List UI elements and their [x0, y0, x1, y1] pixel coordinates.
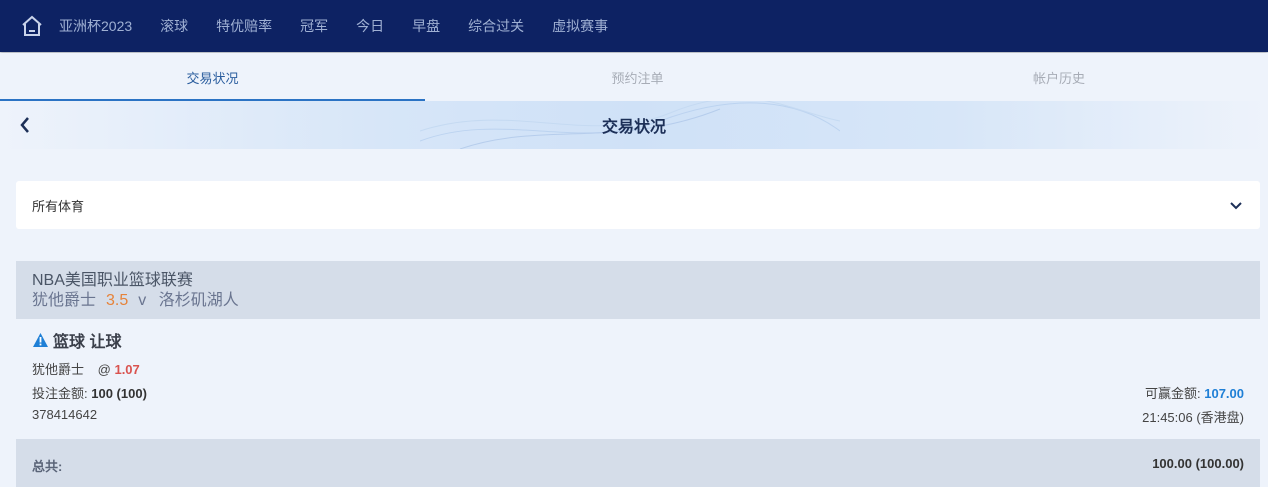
bet-selection: 犹他爵士 @ 1.07	[32, 359, 140, 378]
away-team: 洛杉矶湖人	[158, 292, 239, 309]
page-title: 交易状况	[601, 119, 666, 136]
bet-id: 378414642	[32, 407, 98, 422]
sport-filter-select[interactable]: 所有体育	[16, 181, 1260, 229]
league-name: NBA美国职业篮球联赛	[32, 272, 193, 289]
total-label: 总共:	[32, 459, 63, 474]
nav-early[interactable]: 早盘	[412, 16, 440, 36]
top-nav: 亚洲杯2023 滚球 特优赔率 冠军 今日 早盘 综合过关 虚拟赛事	[0, 0, 1268, 52]
tab-bet-status[interactable]: 交易状况	[0, 53, 425, 101]
total-row: 总共: 100.00 (100.00)	[16, 439, 1260, 487]
chevron-down-icon	[1230, 202, 1242, 210]
bet-type-label: 篮球 让球	[53, 334, 122, 351]
vs-label: v	[138, 292, 147, 309]
tab-reserved-bets[interactable]: 预约注单	[425, 53, 850, 101]
nav-asian-cup[interactable]: 亚洲杯2023	[59, 16, 132, 36]
home-icon[interactable]	[19, 13, 45, 39]
home-team: 犹他爵士	[32, 292, 97, 309]
page-header: 交易状况	[0, 101, 1268, 149]
tab-account-history[interactable]: 帐户历史	[850, 53, 1268, 101]
nav-virtual[interactable]: 虚拟赛事	[552, 16, 608, 36]
nav-in-play[interactable]: 滚球	[160, 16, 188, 36]
warning-icon	[33, 333, 48, 347]
win-line: 可赢金额: 107.00	[1145, 383, 1244, 402]
stake-label: 投注金额:	[32, 386, 88, 401]
nav-today[interactable]: 今日	[356, 16, 384, 36]
handicap-value: 3.5	[106, 292, 129, 309]
at-sign: @	[97, 362, 111, 377]
bet-time: 21:45:06 (香港盘)	[1142, 410, 1244, 425]
selection-team: 犹他爵士	[32, 362, 85, 377]
win-value: 107.00	[1204, 386, 1244, 401]
nav-parlay[interactable]: 综合过关	[468, 16, 524, 36]
back-icon[interactable]	[14, 113, 36, 137]
match-line: 犹他爵士 3.5 v 洛杉矶湖人	[32, 291, 1244, 311]
odds-value: 1.07	[114, 362, 140, 377]
tab-bar: 交易状况 预约注单 帐户历史	[0, 53, 1268, 101]
nav-outright[interactable]: 冠军	[300, 16, 328, 36]
stake-line: 投注金额: 100 (100)	[32, 383, 147, 402]
win-label: 可赢金额:	[1144, 386, 1201, 401]
nav-special-odds[interactable]: 特优赔率	[216, 16, 272, 36]
bet-type: 篮球 让球	[32, 328, 121, 352]
total-value: 100.00 (100.00)	[1152, 456, 1244, 471]
bet-card: 篮球 让球 犹他爵士 @ 1.07 投注金额: 100 (100) 378414…	[16, 319, 1260, 439]
stake-value: 100 (100)	[91, 386, 147, 401]
sport-filter-value: 所有体育	[32, 198, 85, 214]
league-header: NBA美国职业篮球联赛 犹他爵士 3.5 v 洛杉矶湖人	[16, 261, 1260, 319]
